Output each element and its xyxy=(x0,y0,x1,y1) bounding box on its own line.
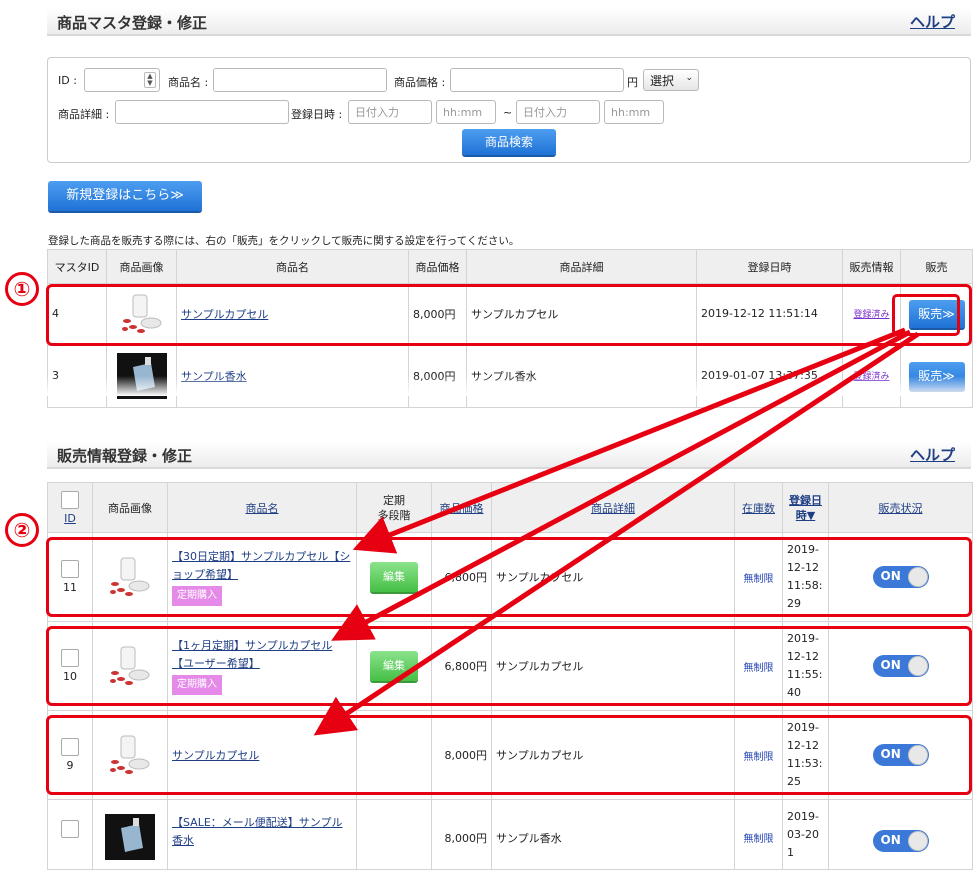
arrow-to-row-10 xyxy=(331,329,912,641)
arrow-to-row-9 xyxy=(313,331,920,736)
arrow-to-row-11 xyxy=(352,327,906,554)
annotation-arrows xyxy=(313,327,920,736)
